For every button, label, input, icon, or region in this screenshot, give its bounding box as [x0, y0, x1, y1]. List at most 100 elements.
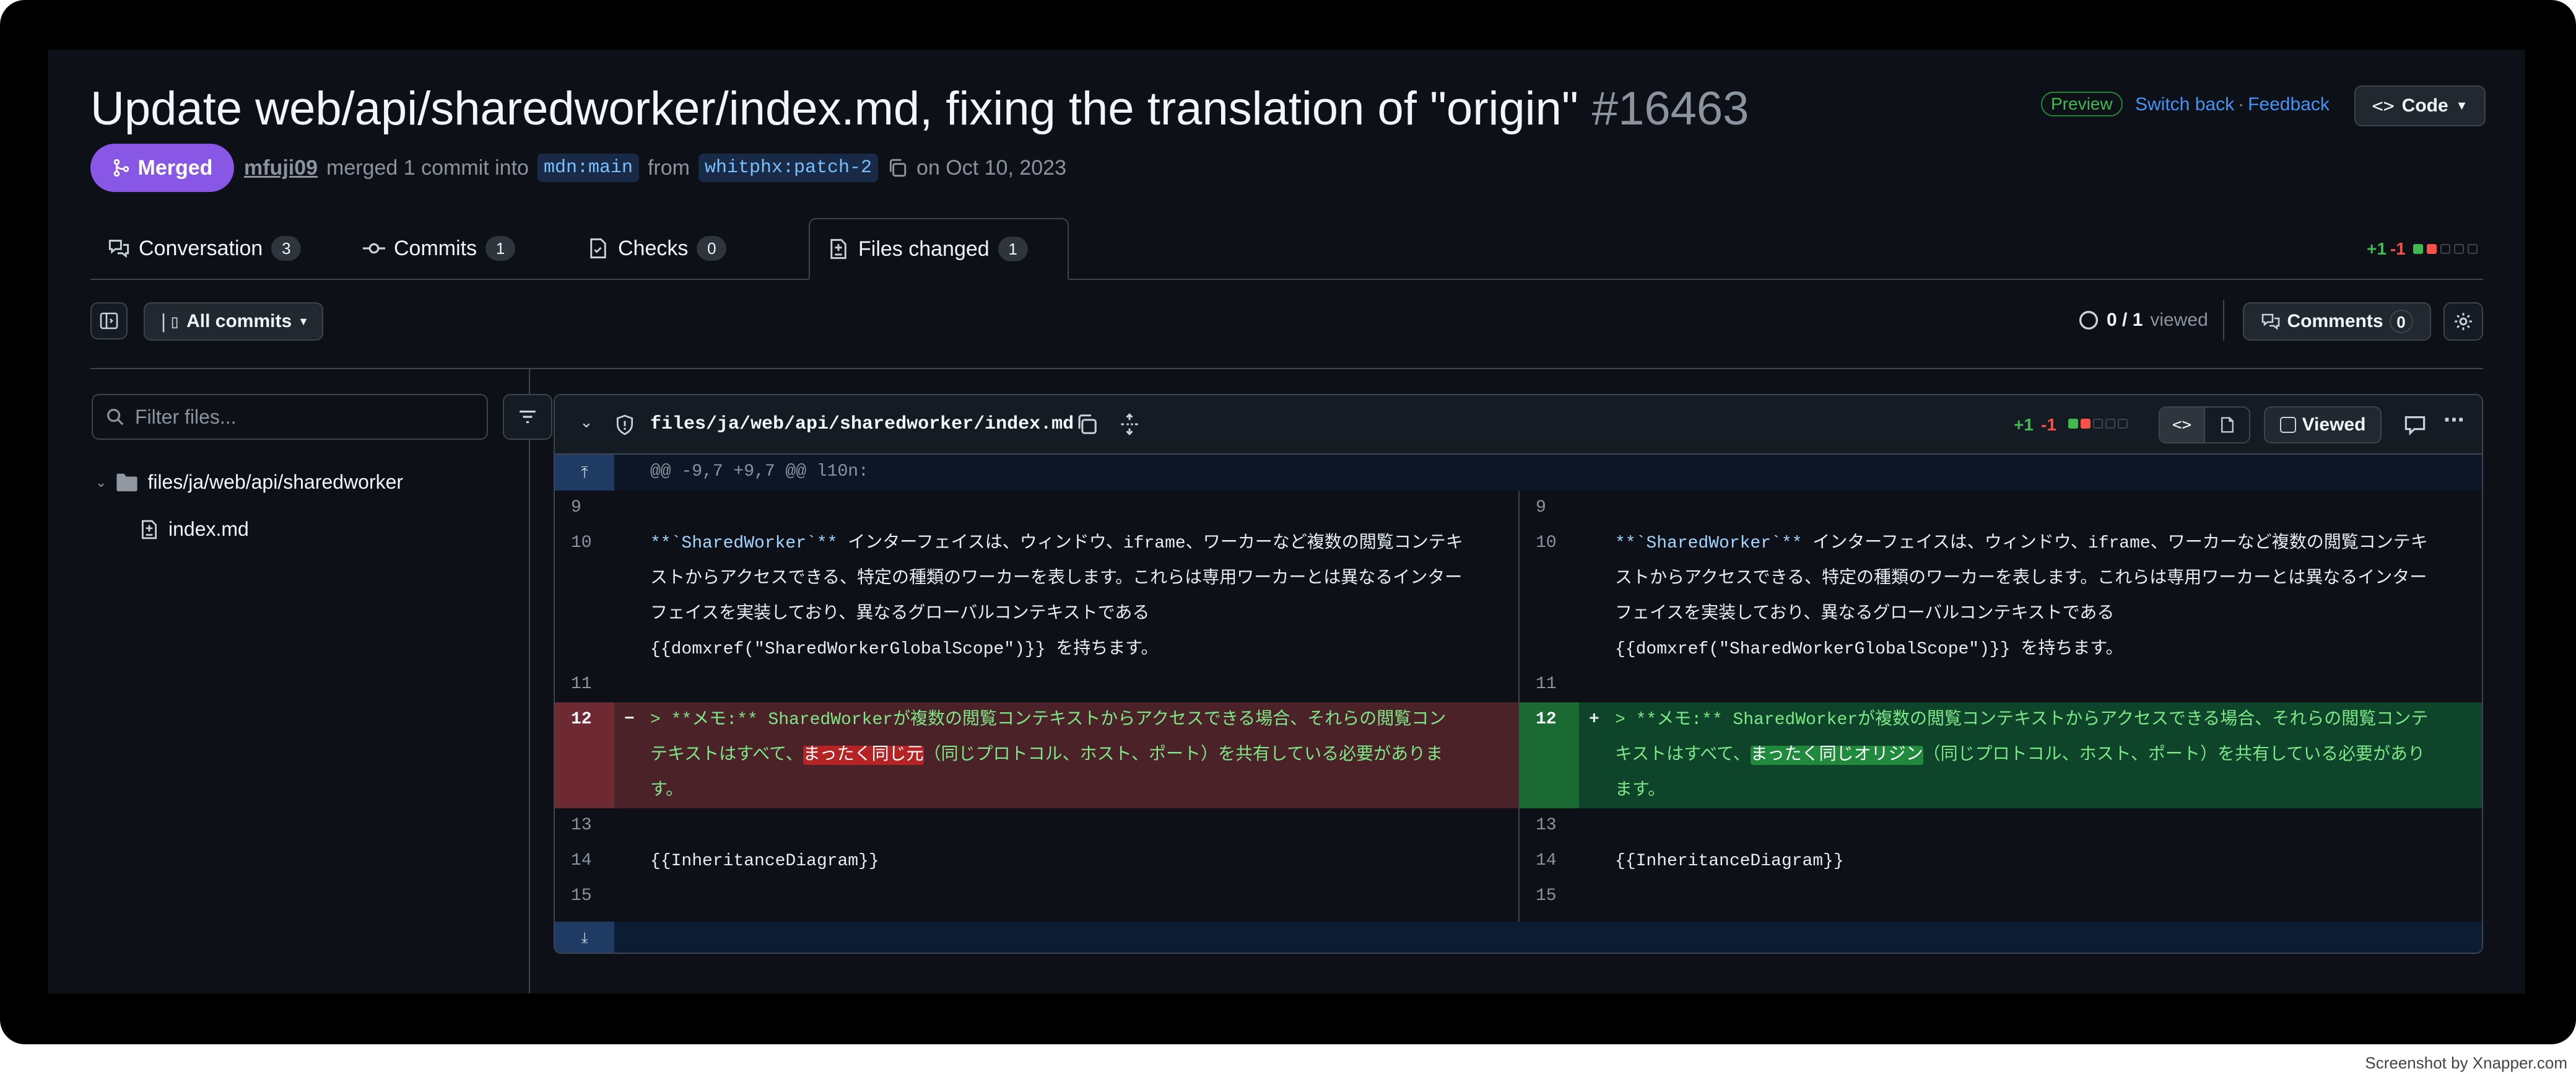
word-addition: まったく同じオリジン — [1750, 746, 1923, 765]
file-tree-folder[interactable]: ⌄ files/ja/web/api/sharedworker — [95, 471, 403, 494]
sidebar-expand-icon — [100, 312, 118, 330]
viewed-progress: 0 / 1 viewed — [2078, 310, 2208, 331]
line-number[interactable]: 11 — [1520, 675, 1579, 694]
status-label: Merged — [137, 155, 213, 180]
tab-label: Conversation — [139, 236, 263, 260]
line-number[interactable]: 13 — [555, 816, 614, 835]
diffstat-block — [2081, 419, 2091, 429]
code-fragment: テキストはすべて、 — [650, 746, 803, 765]
word-deletion: まったく同じ元 — [803, 746, 924, 765]
tab-checks[interactable]: Checks 0 — [570, 218, 744, 279]
circle-icon — [2079, 310, 2099, 330]
diff-line: 10 **`SharedWorker`** インターフェイスは、ウィンドウ、if… — [555, 526, 1518, 667]
file-header: ⌄ files/ja/web/api/sharedworker/index.md… — [555, 395, 2482, 455]
tab-commits[interactable]: Commits 1 — [346, 218, 533, 279]
chevron-down-icon[interactable]: ⌄ — [580, 413, 593, 432]
toggle-sidebar-button[interactable] — [90, 302, 128, 339]
code-fragment: （同じプロトコル、ホスト、ポート）を共有している必要があり — [1923, 746, 2426, 765]
line-number[interactable]: 15 — [1520, 886, 1579, 906]
switch-back-link[interactable]: Switch back — [2135, 94, 2234, 115]
diffstat-block — [2426, 244, 2437, 254]
tab-conversation[interactable]: Conversation 3 — [90, 218, 318, 279]
tab-label: Commits — [394, 236, 477, 260]
feedback-link[interactable]: Feedback — [2248, 94, 2330, 115]
folder-icon — [116, 473, 138, 491]
line-number[interactable]: 12 — [555, 710, 614, 729]
pr-tabs: Conversation 3 Commits 1 Checks 0 Files … — [90, 218, 2483, 280]
view-toggle: <> — [2159, 406, 2250, 443]
line-number[interactable]: 13 — [1520, 816, 1579, 835]
diff-line: 10 **`SharedWorker`** インターフェイスは、ウィンドウ、if… — [1520, 526, 2482, 667]
code-button[interactable]: <> Code ▼ — [2354, 85, 2486, 126]
code-text: > **メモ:** SharedWorkerが複数の閲覧コンテキストからアクセス… — [650, 702, 1499, 808]
from-text: from — [647, 155, 690, 180]
code-text: **`SharedWorker`** インターフェイスは、ウィンドウ、ifram… — [650, 526, 1499, 667]
line-number[interactable]: 10 — [1520, 533, 1579, 552]
line-number[interactable]: 9 — [555, 498, 614, 517]
kebab-menu-icon[interactable]: ··· — [2443, 406, 2466, 434]
viewed-count: 0 / 1 — [2107, 310, 2143, 330]
viewed-checkbox-button[interactable]: Viewed — [2264, 406, 2382, 443]
code-fragment: す。 — [650, 781, 684, 800]
gear-icon — [2455, 313, 2472, 330]
diff-line: 11 — [555, 667, 1518, 702]
line-number[interactable]: 14 — [1520, 851, 1579, 870]
hunk-footer-row: ⤓ — [555, 922, 2482, 953]
all-commits-button[interactable]: |▯ All commits ▼ — [144, 302, 323, 341]
tab-counter: 0 — [697, 236, 727, 261]
bold-code: **`SharedWorker`** — [1615, 534, 1803, 553]
line-number[interactable]: 10 — [555, 533, 614, 552]
separator: · — [2238, 94, 2245, 115]
copy-icon[interactable] — [887, 157, 908, 178]
filter-icon — [520, 410, 536, 424]
filter-files-input[interactable]: Filter files... — [92, 394, 488, 440]
diff-line: 14 {{InheritanceDiagram}} — [555, 844, 1518, 879]
file-icon[interactable] — [2204, 408, 2249, 442]
comment-icon[interactable] — [2404, 414, 2426, 436]
diffstat-block — [2093, 419, 2103, 429]
merged-text: merged 1 commit into — [326, 155, 529, 180]
settings-button[interactable] — [2443, 302, 2483, 341]
comments-button[interactable]: Comments 0 — [2243, 302, 2431, 341]
checklist-icon — [590, 238, 606, 259]
file-label: index.md — [168, 518, 249, 540]
chevron-down-icon: ⌄ — [95, 474, 107, 490]
code-fragment: ストからアクセスできる、特定の種類のワーカーを表します。これらは専用ワーカーとは… — [1615, 569, 2427, 588]
line-number[interactable]: 12 — [1520, 710, 1579, 729]
page-title: Update web/api/sharedworker/index.md, fi… — [90, 82, 1749, 136]
line-number[interactable]: 15 — [555, 886, 614, 906]
file-tree-item[interactable]: index.md — [139, 518, 249, 541]
copy-icon[interactable] — [1075, 413, 1099, 436]
checkbox-icon — [2279, 417, 2296, 433]
divider — [2223, 300, 2224, 341]
line-number[interactable]: 11 — [555, 675, 614, 694]
code-text: > **メモ:** SharedWorkerが複数の閲覧コンテキストからアクセス… — [1615, 702, 2463, 808]
comment-discussion-icon — [108, 240, 129, 258]
tab-counter: 1 — [998, 237, 1028, 261]
head-branch[interactable]: whitphx:patch-2 — [698, 154, 879, 182]
expand-up-icon[interactable]: ⤒ — [555, 455, 614, 491]
base-branch[interactable]: mdn:main — [537, 154, 639, 182]
diff-line: 13 — [555, 808, 1518, 844]
code-icon[interactable]: <> — [2160, 408, 2204, 442]
addition-marker: + — [1589, 710, 1599, 729]
viewed-button-label: Viewed — [2302, 414, 2366, 435]
pr-title: Update web/api/sharedworker/index.md, fi… — [90, 82, 1578, 135]
code-fragment: > **メモ:** SharedWorkerが複数の閲覧コンテキストからアクセス… — [650, 710, 1447, 730]
unfold-icon[interactable] — [1118, 413, 1141, 436]
tab-files-changed[interactable]: Files changed 1 — [809, 218, 1069, 280]
code-fragment: > **メモ:** SharedWorkerが複数の閲覧コンテキストからアクセス… — [1615, 710, 2429, 730]
author-link[interactable]: mfuji09 — [244, 156, 318, 180]
file-diff: ⌄ files/ja/web/api/sharedworker/index.md… — [554, 394, 2483, 954]
git-merge-icon — [113, 159, 129, 177]
code-fragment: ストからアクセスできる、特定の種類のワーカーを表します。これらは専用ワーカーとは… — [650, 569, 1463, 588]
line-number[interactable]: 14 — [555, 851, 614, 870]
line-number[interactable]: 9 — [1520, 498, 1579, 517]
merge-date: on Oct 10, 2023 — [916, 155, 1066, 180]
expand-down-icon[interactable]: ⤓ — [555, 922, 614, 953]
filter-options-button[interactable] — [503, 394, 552, 440]
file-diff-icon — [141, 520, 157, 539]
diff-line: 13 — [1520, 808, 2482, 844]
folder-label: files/ja/web/api/sharedworker — [147, 471, 404, 493]
tab-label: Files changed — [858, 237, 990, 261]
